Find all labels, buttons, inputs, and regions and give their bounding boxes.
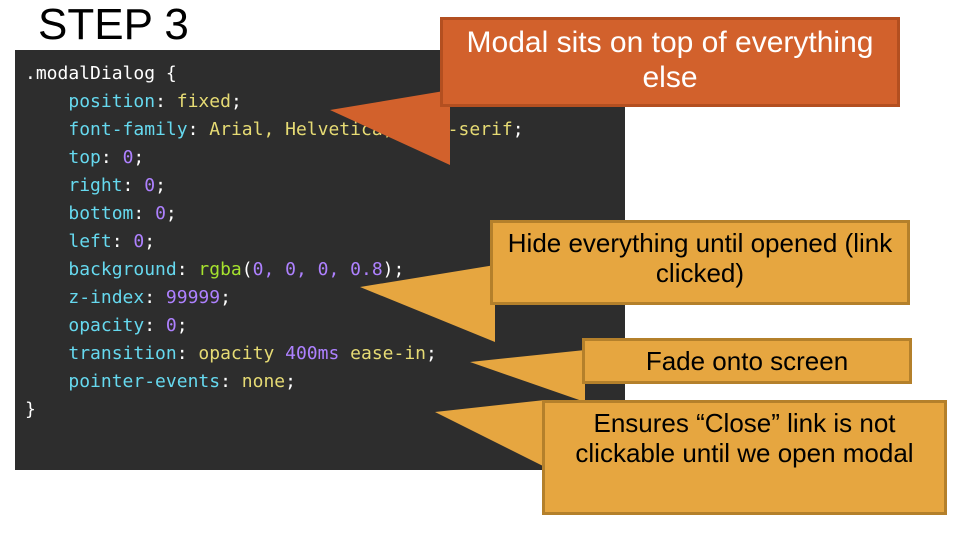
callout-fade: Fade onto screen [582,338,912,384]
css-selector: .modalDialog [25,63,155,84]
code-line: top: 0; [25,144,611,172]
callout-modal-on-top: Modal sits on top of everything else [440,17,900,107]
slide-title: STEP 3 [38,0,189,50]
callout-arrow [360,265,495,342]
callout-arrow [330,90,450,165]
callout-arrow [435,400,545,467]
code-line: right: 0; [25,172,611,200]
callout-hide-until-open: Hide everything until opened (link click… [490,220,910,305]
callout-close-link: Ensures “Close” link is not clickable un… [542,400,947,515]
code-line: opacity: 0; [25,312,611,340]
callout-arrow [470,350,585,402]
code-line: font-family: Arial, Helvetica, sans-seri… [25,116,611,144]
